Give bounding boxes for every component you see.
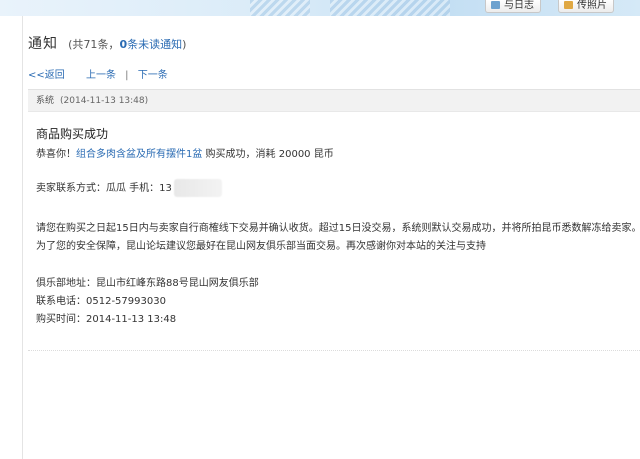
notice-navigation: <<返回 上一条 | 下一条 [28,66,168,81]
top-banner: 与日志 传照片 [0,0,640,16]
seller-contact: 卖家联系方式：瓜瓜 手机：13 [36,179,222,197]
message-subject: 商品购买成功 [36,127,109,141]
contact-phone: 联系电话：0512-57993030 [36,296,166,307]
upload-photo-label: 传照片 [577,0,607,11]
page-title: 通知 [28,36,58,52]
banner-decoration [330,0,450,16]
club-address: 俱乐部地址：昆山市红峰东路88号昆山网友俱乐部 [36,278,259,289]
photo-icon [564,1,573,9]
write-log-label: 与日志 [504,0,534,11]
notice-paragraph-1: 请您在购买之日起15日内与卖家自行商榷线下交易并确认收货。超过15日没交易，系统… [36,223,640,234]
notice-paragraph-2: 为了您的安全保障，昆山论坛建议您最好在昆山网友俱乐部当面交易。再次感谢你对本站的… [36,241,486,252]
upload-photo-button[interactable]: 传照片 [558,0,614,13]
log-icon [491,1,500,9]
write-log-button[interactable]: 与日志 [485,0,541,13]
unread-notices-link[interactable]: 条未读通知 [127,38,182,51]
notice-count: (共71条，0条未读通知) [68,38,187,51]
item-link[interactable]: 组合多肉含盆及所有摆件1盆 [76,149,202,160]
unread-count: 0 [119,38,128,51]
banner-decoration [250,0,310,16]
notice-header: 通知 (共71条，0条未读通知) [28,33,187,52]
message-time: (2014-11-13 13:48) [60,96,149,106]
purchase-time: 购买时间：2014-11-13 13:48 [36,314,177,325]
nav-separator: | [125,70,129,81]
back-link[interactable]: <<返回 [28,70,65,81]
purchase-line: 恭喜你！组合多肉含盆及所有摆件1盆 购买成功，消耗 20000 昆币 [36,149,334,160]
message-header: 系统 (2014-11-13 13:48) [28,89,640,112]
next-link[interactable]: 下一条 [138,70,168,81]
prev-link[interactable]: 上一条 [86,70,116,81]
masked-phone [173,179,222,197]
message-divider [28,350,640,351]
left-border [22,16,23,459]
message-sender: 系统 [36,96,55,106]
